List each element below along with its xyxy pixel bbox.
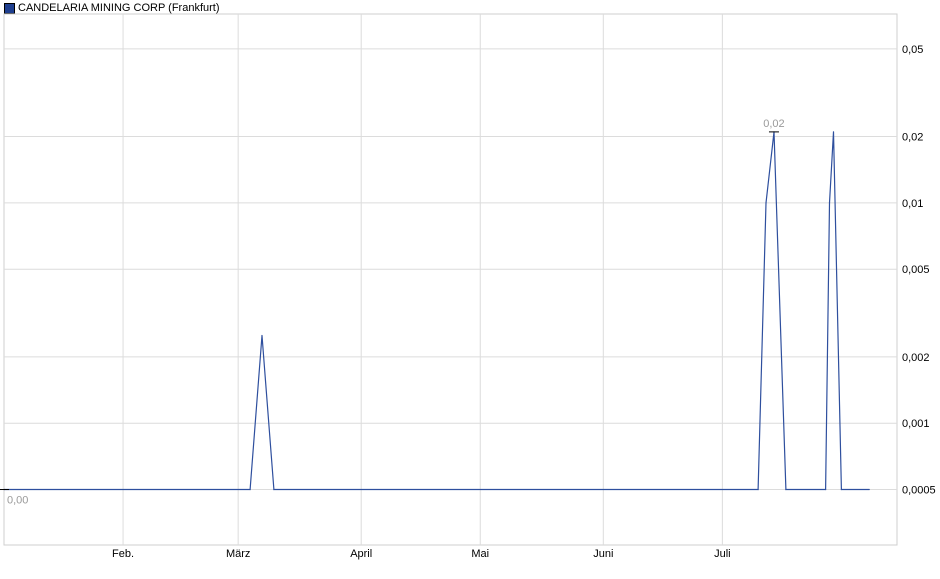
- data-point: [785, 488, 787, 491]
- plot-area: [3, 13, 898, 546]
- min-value-label: 0,00: [7, 495, 28, 507]
- data-point: [249, 488, 251, 491]
- y-tick-label: 0,005: [902, 264, 930, 276]
- y-tick-label: 0,01: [902, 198, 923, 210]
- x-tick-label: Juni: [593, 548, 613, 560]
- data-point: [868, 488, 870, 491]
- data-point: [828, 202, 831, 204]
- data-point: [273, 488, 275, 491]
- x-tick-label: Juli: [714, 548, 731, 560]
- y-tick-label: 0,02: [902, 132, 923, 144]
- x-tick-label: Feb.: [112, 548, 134, 560]
- x-tick-label: März: [226, 548, 250, 560]
- data-point: [261, 334, 263, 337]
- y-tick-label: 0,001: [902, 418, 930, 430]
- y-tick-label: 0,002: [902, 352, 930, 364]
- x-tick-label: April: [350, 548, 372, 560]
- max-value-label: 0,02: [763, 118, 784, 130]
- data-point: [757, 488, 759, 491]
- data-point: [765, 202, 767, 204]
- x-tick-label: Mai: [471, 548, 489, 560]
- price-chart: Feb. März April Mai Juni Juli 0,0005 0,001 0,002…: [0, 13, 936, 560]
- data-point: [832, 131, 835, 133]
- y-tick-label: 0,05: [902, 44, 923, 56]
- y-tick-label: 0,0005: [902, 485, 936, 497]
- data-point: [840, 488, 843, 491]
- data-point: [824, 488, 827, 491]
